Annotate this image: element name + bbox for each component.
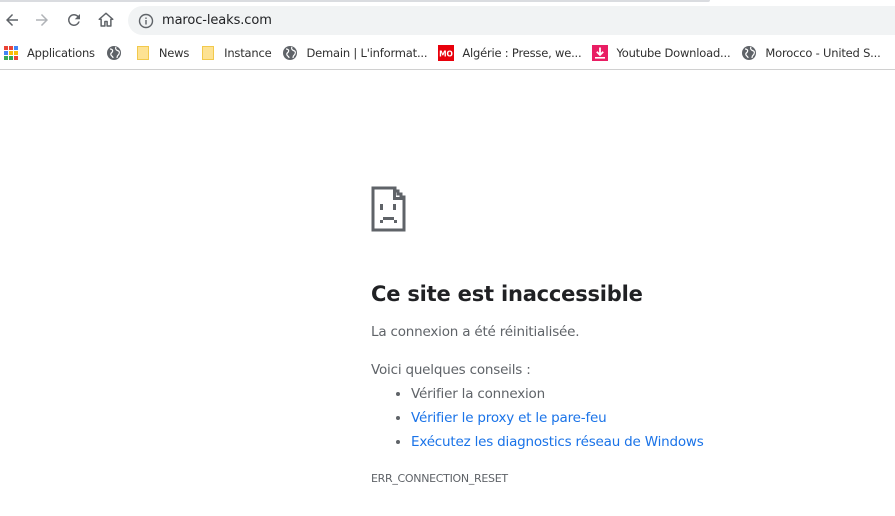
download-icon — [592, 45, 609, 61]
tip-check-connection: Vérifier la connexion — [411, 382, 871, 406]
bookmark-demain[interactable]: Demain | L'informat... — [279, 41, 435, 65]
reload-icon — [67, 13, 80, 26]
bookmark-applications[interactable]: Applications — [0, 41, 103, 65]
bookmark-globe[interactable] — [103, 41, 132, 65]
url-text[interactable]: maroc-leaks.com — [162, 13, 272, 28]
mo-badge-icon: MO — [438, 45, 455, 61]
bookmark-label: Demain | L'informat... — [306, 46, 428, 60]
svg-text:MO: MO — [439, 50, 453, 59]
globe-icon — [283, 46, 298, 60]
sad-page-icon — [371, 186, 406, 232]
folder-icon — [202, 46, 215, 60]
home-icon — [98, 12, 114, 27]
bookmark-youtube-download[interactable]: Youtube Download... — [589, 41, 738, 65]
globe-icon — [106, 46, 121, 60]
info-circle-icon[interactable] — [138, 13, 154, 29]
bookmark-instance[interactable]: Instance — [197, 41, 279, 65]
address-bar[interactable]: maroc-leaks.com — [128, 6, 895, 35]
arrow-left-icon — [6, 14, 18, 26]
bookmark-label: Morocco - United S... — [765, 46, 881, 60]
bookmark-label: Applications — [27, 46, 95, 60]
tips-list: Vérifier la connexion Vérifier le proxy … — [371, 382, 871, 454]
bookmark-label: Youtube Download... — [616, 46, 731, 60]
bookmark-news[interactable]: News — [132, 41, 197, 65]
tip-check-proxy-link[interactable]: Vérifier le proxy et le pare-feu — [411, 406, 871, 430]
home-button[interactable] — [94, 8, 118, 32]
bookmark-label: Instance — [224, 46, 272, 60]
browser-toolbar: maroc-leaks.com — [0, 2, 895, 37]
error-title: Ce site est inaccessible — [371, 282, 643, 306]
arrow-right-icon — [36, 14, 48, 26]
error-description: La connexion a été réinitialisée. — [371, 324, 580, 340]
globe-icon — [742, 46, 757, 60]
tips-heading: Voici quelques conseils : — [371, 362, 531, 378]
toolbar-divider — [0, 69, 895, 70]
apps-grid-icon — [4, 46, 18, 60]
back-button[interactable] — [0, 8, 24, 32]
bookmark-label: Algérie : Presse, we... — [462, 46, 582, 60]
error-code: ERR_CONNECTION_RESET — [371, 472, 508, 485]
folder-icon — [136, 46, 149, 60]
forward-button[interactable] — [30, 8, 54, 32]
bookmark-algerie[interactable]: MO Algérie : Presse, we... — [435, 41, 589, 65]
reload-button[interactable] — [62, 8, 86, 32]
tip-run-diagnostics-link[interactable]: Exécutez les diagnostics réseau de Windo… — [411, 430, 871, 454]
bookmark-label: News — [158, 46, 190, 60]
error-page: Ce site est inaccessible La connexion a … — [371, 186, 871, 485]
bookmark-morocco[interactable]: Morocco - United S... — [738, 41, 888, 65]
bookmarks-bar: Applications News Instance Demain | L'in… — [0, 38, 895, 68]
